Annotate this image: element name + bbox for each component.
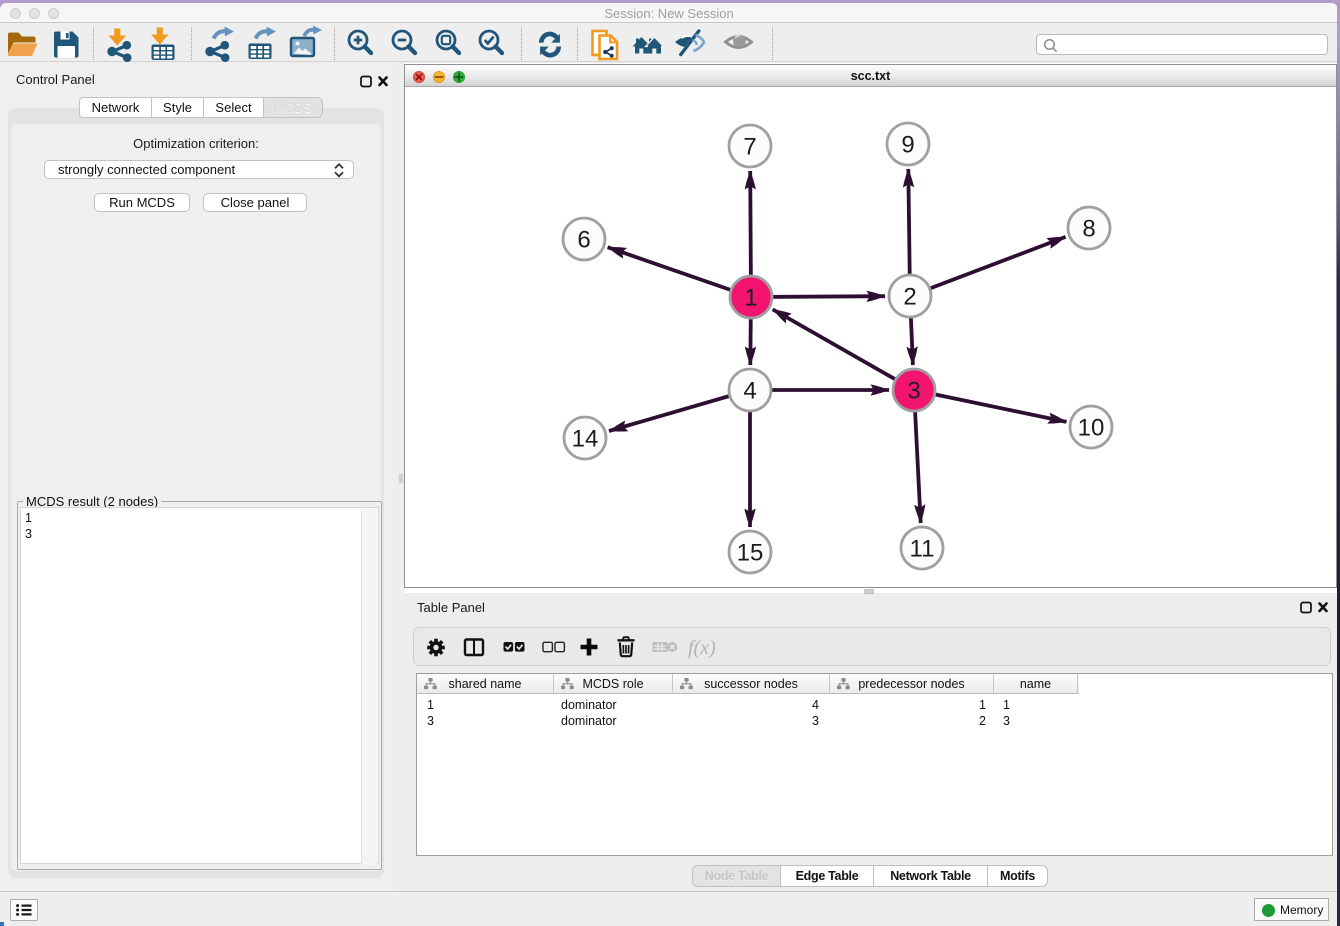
svg-text:11: 11 [910,536,935,563]
svg-text:4: 4 [743,378,756,405]
svg-text:9: 9 [901,132,914,159]
svg-text:15: 15 [737,540,764,567]
svg-text:6: 6 [577,227,590,254]
svg-text:8: 8 [1082,216,1095,243]
svg-text:f(x): f(x) [688,637,716,659]
svg-text:2: 2 [903,284,916,311]
svg-text:10: 10 [1078,415,1105,442]
svg-text:14: 14 [572,426,599,453]
svg-text:1: 1 [744,285,757,312]
svg-text:3: 3 [907,378,920,405]
svg-text:7: 7 [743,134,756,161]
